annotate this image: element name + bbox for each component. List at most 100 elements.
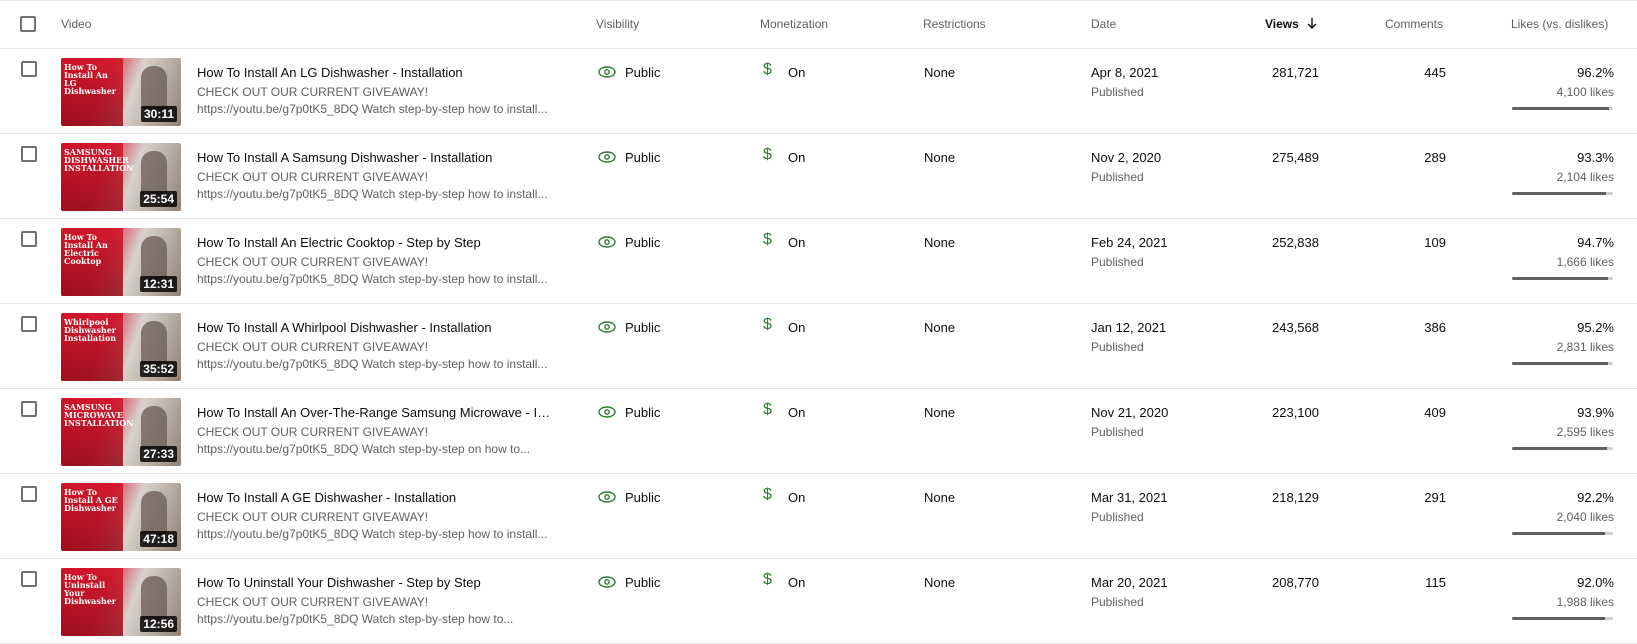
thumbnail-person xyxy=(141,406,167,450)
comments-count[interactable]: 109 xyxy=(1424,235,1446,250)
views-header-label: Views xyxy=(1265,17,1299,31)
like-count: 2,595 likes xyxy=(1556,425,1614,439)
table-row[interactable]: How To Install A GE Dishwasher 47:18 How… xyxy=(0,474,1637,559)
comments-count[interactable]: 386 xyxy=(1424,320,1446,335)
video-duration: 30:11 xyxy=(140,106,177,122)
row-checkbox[interactable] xyxy=(21,401,37,417)
video-thumbnail[interactable]: How To Install An Electric Cooktop 12:31 xyxy=(61,228,181,296)
video-thumbnail[interactable]: How To Install An LG Dishwasher 30:11 xyxy=(61,58,181,126)
video-description-line1: CHECK OUT OUR CURRENT GIVEAWAY! xyxy=(197,85,429,99)
comments-count[interactable]: 115 xyxy=(1425,575,1446,590)
visibility-status[interactable]: Public xyxy=(625,150,660,165)
like-ratio-bar xyxy=(1512,532,1613,535)
row-checkbox[interactable] xyxy=(21,146,37,162)
comments-count[interactable]: 409 xyxy=(1424,405,1446,420)
visibility-status[interactable]: Public xyxy=(625,235,660,250)
publish-status: Published xyxy=(1091,595,1144,609)
comments-count[interactable]: 291 xyxy=(1424,490,1446,505)
video-title[interactable]: How To Uninstall Your Dishwasher - Step … xyxy=(197,575,557,590)
table-row[interactable]: SAMSUNG MICROWAVE INSTALLATION 27:33 How… xyxy=(0,389,1637,474)
comments-count[interactable]: 289 xyxy=(1424,150,1446,165)
like-ratio-bar xyxy=(1512,192,1613,195)
like-ratio-fill xyxy=(1512,192,1607,195)
row-checkbox[interactable] xyxy=(21,486,37,502)
column-header-monetization[interactable]: Monetization xyxy=(760,17,828,31)
restrictions-status: None xyxy=(924,405,956,420)
video-description-line2: https://youtu.be/g7p0tK5_8DQ Watch step-… xyxy=(197,527,548,541)
table-row[interactable]: How To Install An Electric Cooktop 12:31… xyxy=(0,219,1637,304)
video-title[interactable]: How To Install A Whirlpool Dishwasher - … xyxy=(197,320,557,335)
publish-status: Published xyxy=(1091,170,1144,184)
video-thumbnail[interactable]: How To Install A GE Dishwasher 47:18 xyxy=(61,483,181,551)
like-ratio-fill xyxy=(1512,617,1605,620)
like-percentage: 94.7% xyxy=(1577,235,1614,250)
comments-count[interactable]: 445 xyxy=(1424,65,1446,80)
video-title[interactable]: How To Install An Electric Cooktop - Ste… xyxy=(197,235,557,250)
dollar-icon: $ xyxy=(763,401,772,418)
monetization-status[interactable]: On xyxy=(788,575,805,590)
eye-icon xyxy=(598,236,616,248)
table-row[interactable]: Whirlpool Dishwasher Installation 35:52 … xyxy=(0,304,1637,389)
video-description-line1: CHECK OUT OUR CURRENT GIVEAWAY! xyxy=(197,595,429,609)
video-duration: 12:31 xyxy=(140,276,177,292)
column-header-comments[interactable]: Comments xyxy=(1385,17,1443,31)
publish-status: Published xyxy=(1091,255,1144,269)
row-checkbox[interactable] xyxy=(21,231,37,247)
video-thumbnail[interactable]: How To Uninstall Your Dishwasher 12:56 xyxy=(61,568,181,636)
column-header-video[interactable]: Video xyxy=(61,17,91,31)
video-title[interactable]: How To Install A Samsung Dishwasher - In… xyxy=(197,150,557,165)
like-ratio-bar xyxy=(1512,447,1613,450)
eye-icon xyxy=(598,406,616,418)
restrictions-status: None xyxy=(924,150,956,165)
column-header-views[interactable]: Views xyxy=(1265,17,1318,31)
monetization-status[interactable]: On xyxy=(788,320,805,335)
views-count: 281,721 xyxy=(1272,65,1319,80)
video-description-line2: https://youtu.be/g7p0tK5_8DQ Watch step-… xyxy=(197,272,548,286)
publish-date: Nov 2, 2020 xyxy=(1091,150,1162,165)
monetization-status[interactable]: On xyxy=(788,65,805,80)
column-header-visibility[interactable]: Visibility xyxy=(596,17,639,31)
select-all-checkbox[interactable] xyxy=(20,16,36,32)
table-row[interactable]: SAMSUNG DISHWASHER INSTALLATION 25:54 Ho… xyxy=(0,134,1637,219)
thumbnail-text: SAMSUNG DISHWASHER INSTALLATION xyxy=(64,147,134,173)
monetization-status[interactable]: On xyxy=(788,235,805,250)
video-thumbnail[interactable]: SAMSUNG MICROWAVE INSTALLATION 27:33 xyxy=(61,398,181,466)
table-row[interactable]: How To Uninstall Your Dishwasher 12:56 H… xyxy=(0,559,1637,644)
video-title[interactable]: How To Install An LG Dishwasher - Instal… xyxy=(197,65,557,80)
video-description-line2: https://youtu.be/g7p0tK5_8DQ Watch step-… xyxy=(197,187,548,201)
column-header-date[interactable]: Date xyxy=(1091,17,1116,31)
like-percentage: 95.2% xyxy=(1577,320,1614,335)
row-checkbox[interactable] xyxy=(21,316,37,332)
row-checkbox[interactable] xyxy=(21,571,37,587)
visibility-status[interactable]: Public xyxy=(625,405,660,420)
publish-date: Mar 31, 2021 xyxy=(1091,490,1168,505)
monetization-status[interactable]: On xyxy=(788,150,805,165)
visibility-status[interactable]: Public xyxy=(625,490,660,505)
like-ratio-bar xyxy=(1512,277,1613,280)
video-title[interactable]: How To Install An Over-The-Range Samsung… xyxy=(197,405,557,420)
like-ratio-fill xyxy=(1512,532,1606,535)
views-count: 208,770 xyxy=(1272,575,1319,590)
visibility-status[interactable]: Public xyxy=(625,320,660,335)
thumbnail-text: How To Install An Electric Cooktop xyxy=(64,232,108,266)
row-checkbox[interactable] xyxy=(21,61,37,77)
video-thumbnail[interactable]: SAMSUNG DISHWASHER INSTALLATION 25:54 xyxy=(61,143,181,211)
publish-status: Published xyxy=(1091,510,1144,524)
table-row[interactable]: How To Install An LG Dishwasher 30:11 Ho… xyxy=(0,49,1637,134)
video-duration: 47:18 xyxy=(140,531,177,547)
visibility-status[interactable]: Public xyxy=(625,575,660,590)
column-header-likes[interactable]: Likes (vs. dislikes) xyxy=(1511,17,1608,31)
monetization-status[interactable]: On xyxy=(788,490,805,505)
publish-date: Jan 12, 2021 xyxy=(1091,320,1167,335)
eye-icon xyxy=(598,576,616,588)
video-description-line2: https://youtu.be/g7p0tK5_8DQ Watch step-… xyxy=(197,442,531,456)
thumbnail-person xyxy=(141,576,167,620)
video-title[interactable]: How To Install A GE Dishwasher - Install… xyxy=(197,490,557,505)
column-header-restrictions[interactable]: Restrictions xyxy=(923,17,986,31)
visibility-status[interactable]: Public xyxy=(625,65,660,80)
like-percentage: 93.3% xyxy=(1577,150,1614,165)
publish-status: Published xyxy=(1091,85,1144,99)
thumbnail-text: SAMSUNG MICROWAVE INSTALLATION xyxy=(64,402,134,428)
video-thumbnail[interactable]: Whirlpool Dishwasher Installation 35:52 xyxy=(61,313,181,381)
monetization-status[interactable]: On xyxy=(788,405,805,420)
